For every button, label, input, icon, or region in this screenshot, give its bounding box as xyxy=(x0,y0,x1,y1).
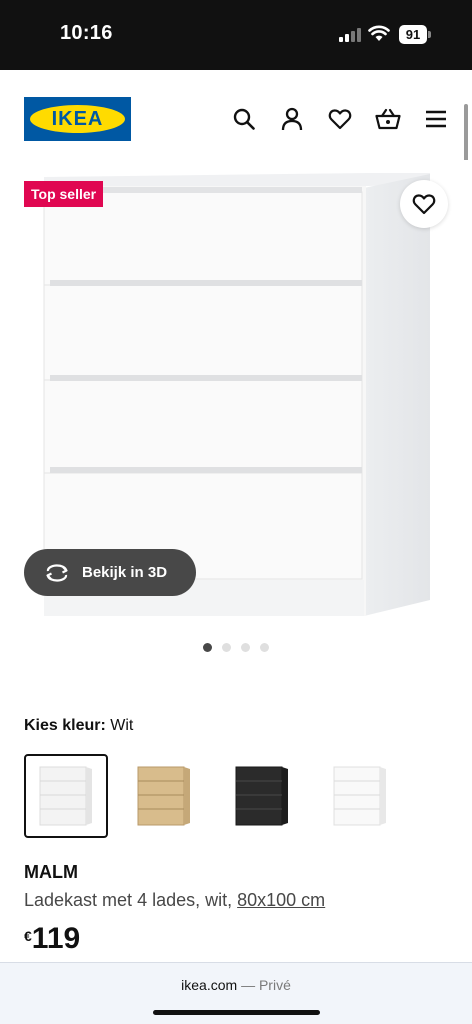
top-seller-badge: Top seller xyxy=(24,181,104,207)
carousel-dot[interactable] xyxy=(260,643,269,652)
url-text[interactable]: ikea.com — Privé xyxy=(0,977,472,993)
swatch-image xyxy=(235,766,288,826)
browser-address-bar[interactable]: ikea.com — Privé xyxy=(0,962,472,1024)
product-name: MALM xyxy=(24,862,78,882)
wifi-icon xyxy=(368,25,390,41)
swatch-image xyxy=(137,766,190,826)
color-label-value: Wit xyxy=(110,717,134,734)
search-icon[interactable] xyxy=(231,106,257,132)
user-icon[interactable] xyxy=(279,106,305,132)
heart-icon xyxy=(412,194,436,215)
product-description-text: Ladekast met 4 lades, wit, xyxy=(24,890,233,910)
basket-icon[interactable] xyxy=(375,106,401,132)
swatch-image xyxy=(333,766,386,826)
status-bar: 10:16 91 xyxy=(0,0,472,70)
swatch-image xyxy=(39,766,92,826)
status-time: 10:16 xyxy=(60,22,113,44)
home-indicator[interactable] xyxy=(153,1010,320,1015)
color-swatches xyxy=(24,754,402,838)
favorite-button[interactable] xyxy=(400,180,448,228)
url-separator: — xyxy=(241,977,256,993)
carousel-dots xyxy=(203,643,269,652)
battery-level: 91 xyxy=(399,25,427,44)
ikea-logo[interactable]: IKEA xyxy=(24,97,131,141)
view-3d-label: Bekijk in 3D xyxy=(82,564,168,581)
price-currency: € xyxy=(24,928,32,944)
carousel-dot[interactable] xyxy=(203,643,212,652)
product-description: Ladekast met 4 lades, wit, 80x100 cm xyxy=(24,890,325,911)
product-dimensions-link[interactable]: 80x100 cm xyxy=(237,890,325,910)
site-header: IKEA xyxy=(0,70,472,170)
heart-icon[interactable] xyxy=(327,106,353,132)
browsing-mode: Privé xyxy=(258,977,291,993)
swatch-zwartbruin[interactable] xyxy=(220,754,304,838)
url-domain: ikea.com xyxy=(181,977,238,993)
view-3d-button[interactable]: Bekijk in 3D xyxy=(24,549,196,596)
rotate-3d-icon xyxy=(46,563,68,582)
product-price: € 119 xyxy=(24,922,80,956)
price-amount: 119 xyxy=(31,922,81,955)
menu-icon[interactable] xyxy=(423,106,449,132)
logo-text: IKEA xyxy=(51,108,104,130)
swatch-eikenfineer[interactable] xyxy=(122,754,206,838)
swatch-wit[interactable] xyxy=(24,754,108,838)
color-label-title: Kies kleur: xyxy=(24,717,106,734)
battery-icon: 91 xyxy=(399,25,431,44)
carousel-dot[interactable] xyxy=(241,643,250,652)
carousel-dot[interactable] xyxy=(222,643,231,652)
swatch-hoogglans-wit[interactable] xyxy=(318,754,402,838)
signal-icon xyxy=(339,28,361,42)
color-label: Kies kleur: Wit xyxy=(24,717,133,735)
